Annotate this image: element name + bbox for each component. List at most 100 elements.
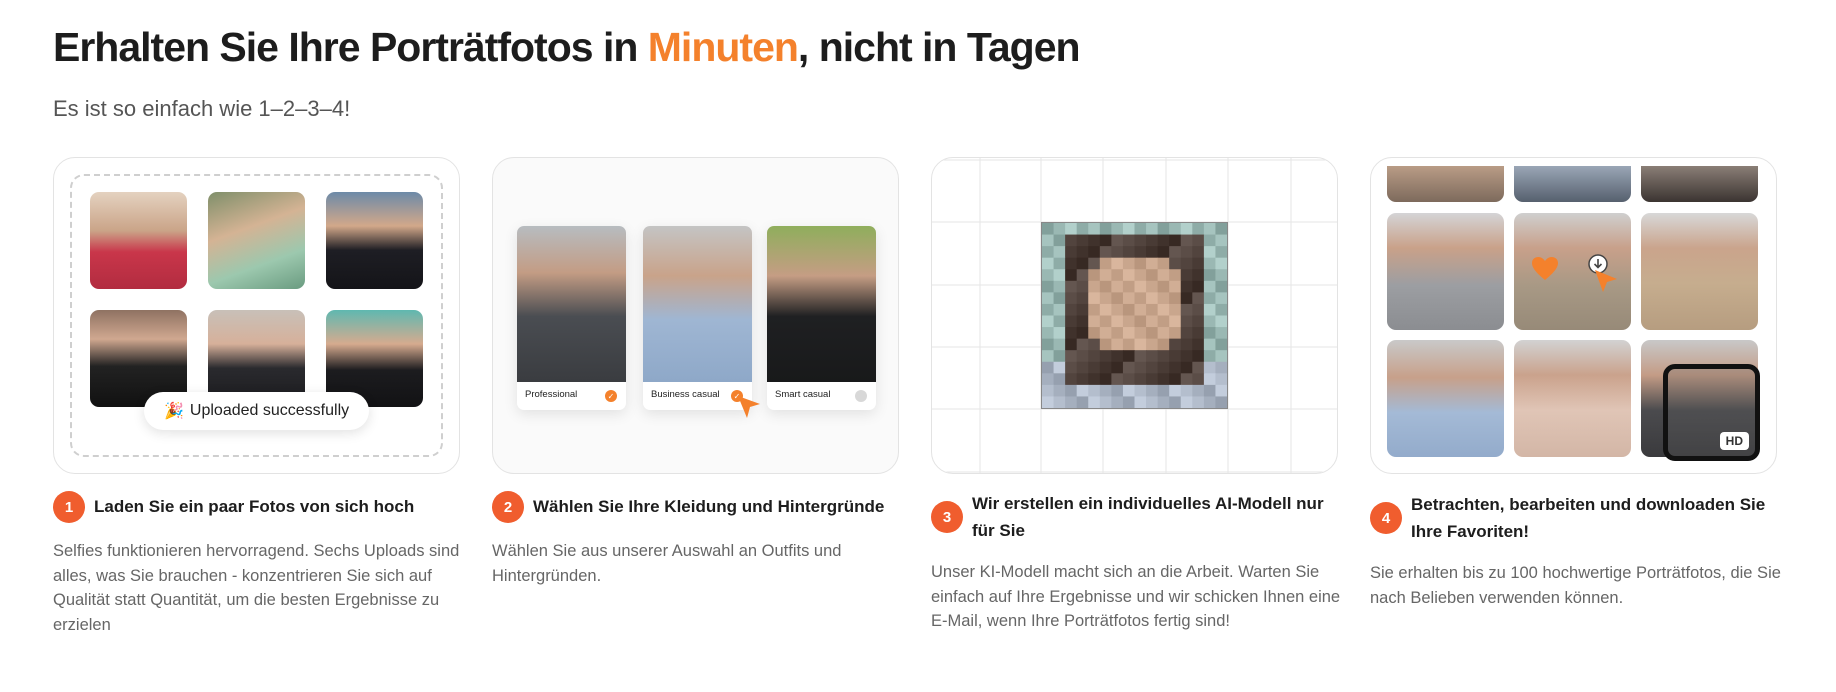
mosaic-pixel — [1111, 396, 1124, 409]
check-icon: ✓ — [605, 390, 617, 402]
mosaic-pixel — [1042, 246, 1055, 259]
mosaic-pixel — [1180, 303, 1193, 316]
mosaic-pixel — [1088, 396, 1101, 409]
mosaic-pixel — [1180, 269, 1193, 282]
mosaic-pixel — [1042, 315, 1055, 328]
mosaic-pixel — [1122, 280, 1135, 293]
mosaic-pixel — [1146, 303, 1159, 316]
mosaic-pixel — [1169, 384, 1182, 397]
mosaic-pixel — [1134, 338, 1147, 351]
mosaic-pixel — [1042, 280, 1055, 293]
gallery-photo — [1387, 340, 1504, 457]
step-number-badge: 3 — [931, 501, 963, 533]
mosaic-pixel — [1111, 257, 1124, 270]
download-cursor-icon — [1588, 254, 1617, 292]
mosaic-pixel — [1042, 327, 1055, 340]
upload-illustration-card: 🎉 Uploaded successfully — [53, 157, 460, 474]
mosaic-pixel — [1157, 361, 1170, 374]
outfit-option-professional[interactable]: Professional ✓ — [517, 226, 626, 410]
outfit-option-smart-casual[interactable]: Smart casual — [767, 226, 876, 410]
mosaic-pixel — [1192, 269, 1205, 282]
mosaic-pixel — [1180, 257, 1193, 270]
step-number-badge: 1 — [53, 491, 85, 523]
mosaic-pixel — [1134, 303, 1147, 316]
mosaic-pixel — [1065, 315, 1078, 328]
mosaic-pixel — [1111, 234, 1124, 247]
mosaic-pixel — [1053, 269, 1066, 282]
mosaic-pixel — [1088, 303, 1101, 316]
hd-preview-frame[interactable]: HD — [1663, 364, 1760, 461]
party-popper-icon: 🎉 — [164, 403, 184, 420]
mosaic-pixel — [1157, 338, 1170, 351]
mosaic-pixel — [1134, 223, 1147, 236]
mosaic-pixel — [1111, 269, 1124, 282]
mosaic-pixel — [1157, 303, 1170, 316]
mosaic-pixel — [1203, 338, 1216, 351]
heart-icon[interactable] — [1531, 256, 1559, 282]
mosaic-pixel — [1065, 384, 1078, 397]
page-title: Erhalten Sie Ihre Porträtfotos in Minute… — [53, 24, 1081, 71]
mosaic-pixel — [1122, 292, 1135, 305]
mosaic-pixel — [1053, 338, 1066, 351]
mosaic-pixel — [1203, 292, 1216, 305]
outfit-option-business-casual[interactable]: Business casual ✓ — [643, 226, 752, 410]
mosaic-pixel — [1180, 373, 1193, 386]
mosaic-pixel — [1157, 269, 1170, 282]
step-description: Sie erhalten bis zu 100 hochwertige Port… — [1370, 564, 1781, 607]
mosaic-pixel — [1053, 396, 1066, 409]
mosaic-pixel — [1053, 246, 1066, 259]
mosaic-pixel — [1134, 257, 1147, 270]
mosaic-pixel — [1122, 246, 1135, 259]
mosaic-pixel — [1180, 234, 1193, 247]
step-title: Laden Sie ein paar Fotos von sich hoch — [94, 497, 415, 516]
mosaic-pixel — [1076, 350, 1089, 363]
mosaic-pixel — [1076, 338, 1089, 351]
mosaic-pixel — [1065, 350, 1078, 363]
mosaic-pixel — [1076, 327, 1089, 340]
mosaic-pixel — [1076, 257, 1089, 270]
mosaic-pixel — [1122, 338, 1135, 351]
mosaic-pixel — [1169, 303, 1182, 316]
uploaded-photo — [326, 192, 423, 289]
mosaic-pixel — [1122, 350, 1135, 363]
mosaic-pixel — [1192, 350, 1205, 363]
mosaic-pixel — [1088, 257, 1101, 270]
mosaic-pixel — [1192, 234, 1205, 247]
mosaic-pixel — [1157, 327, 1170, 340]
mosaic-pixel — [1099, 384, 1112, 397]
mosaic-pixel — [1134, 373, 1147, 386]
mosaic-pixel — [1203, 361, 1216, 374]
mosaic-pixel — [1134, 350, 1147, 363]
mosaic-pixel — [1076, 303, 1089, 316]
mosaic-pixel — [1099, 361, 1112, 374]
mosaic-pixel — [1203, 280, 1216, 293]
mosaic-pixel — [1169, 361, 1182, 374]
mosaic-pixel — [1134, 292, 1147, 305]
mosaic-pixel — [1192, 338, 1205, 351]
mosaic-pixel — [1099, 315, 1112, 328]
mosaic-pixel — [1157, 384, 1170, 397]
step-description: Unser KI-Modell macht sich an die Arbeit… — [931, 563, 1341, 630]
mosaic-pixel — [1053, 292, 1066, 305]
mosaic-pixel — [1099, 396, 1112, 409]
mosaic-pixel — [1088, 223, 1101, 236]
mosaic-pixel — [1215, 292, 1228, 305]
mosaic-pixel — [1146, 396, 1159, 409]
mosaic-pixel — [1215, 269, 1228, 282]
pixel-mosaic — [1042, 223, 1228, 409]
mosaic-pixel — [1169, 223, 1182, 236]
mosaic-pixel — [1215, 384, 1228, 397]
mosaic-pixel — [1215, 303, 1228, 316]
mosaic-pixel — [1042, 234, 1055, 247]
gallery-photo — [1387, 166, 1504, 202]
mosaic-pixel — [1042, 396, 1055, 409]
mosaic-pixel — [1180, 246, 1193, 259]
mosaic-pixel — [1192, 257, 1205, 270]
mosaic-pixel — [1065, 223, 1078, 236]
mosaic-pixel — [1088, 246, 1101, 259]
mosaic-pixel — [1053, 384, 1066, 397]
outfit-label: Business casual — [651, 389, 720, 400]
mosaic-pixel — [1111, 350, 1124, 363]
mosaic-pixel — [1203, 257, 1216, 270]
cursor-pointer-icon — [738, 396, 760, 418]
